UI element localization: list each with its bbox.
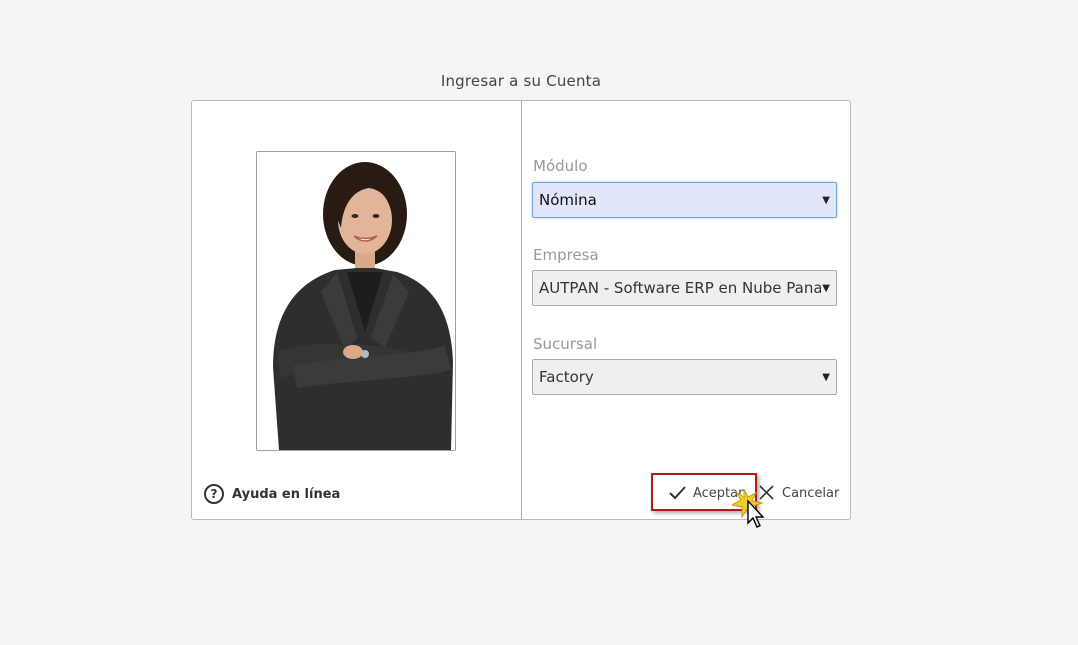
modulo-label: Módulo xyxy=(533,157,588,175)
empresa-value: AUTPAN - Software ERP en Nube Panamá xyxy=(539,279,821,297)
sucursal-select[interactable]: Factory ▼ xyxy=(532,359,837,395)
help-link[interactable]: ? Ayuda en línea xyxy=(204,484,340,504)
question-circle-icon: ? xyxy=(204,484,224,504)
chevron-down-icon: ▼ xyxy=(822,283,830,294)
login-dialog: ? Ayuda en línea Módulo Nómina ▼ Empresa… xyxy=(191,100,851,528)
modulo-value: Nómina xyxy=(539,191,597,209)
help-label: Ayuda en línea xyxy=(232,486,341,502)
sucursal-value: Factory xyxy=(539,368,594,386)
checkmark-icon xyxy=(669,486,686,500)
modulo-select[interactable]: Nómina ▼ xyxy=(532,182,837,218)
cancel-button[interactable]: Cancelar xyxy=(758,485,839,501)
dialog-title: Ingresar a su Cuenta xyxy=(440,72,602,90)
empresa-select[interactable]: AUTPAN - Software ERP en Nube Panamá ▼ xyxy=(532,270,837,306)
empresa-label: Empresa xyxy=(533,246,599,264)
sucursal-label: Sucursal xyxy=(533,335,598,353)
chevron-down-icon: ▼ xyxy=(822,195,830,206)
panel-divider xyxy=(521,101,522,519)
cancel-label: Cancelar xyxy=(782,485,840,501)
user-photo xyxy=(256,151,456,451)
mouse-cursor-icon xyxy=(732,489,765,528)
chevron-down-icon: ▼ xyxy=(822,372,830,383)
